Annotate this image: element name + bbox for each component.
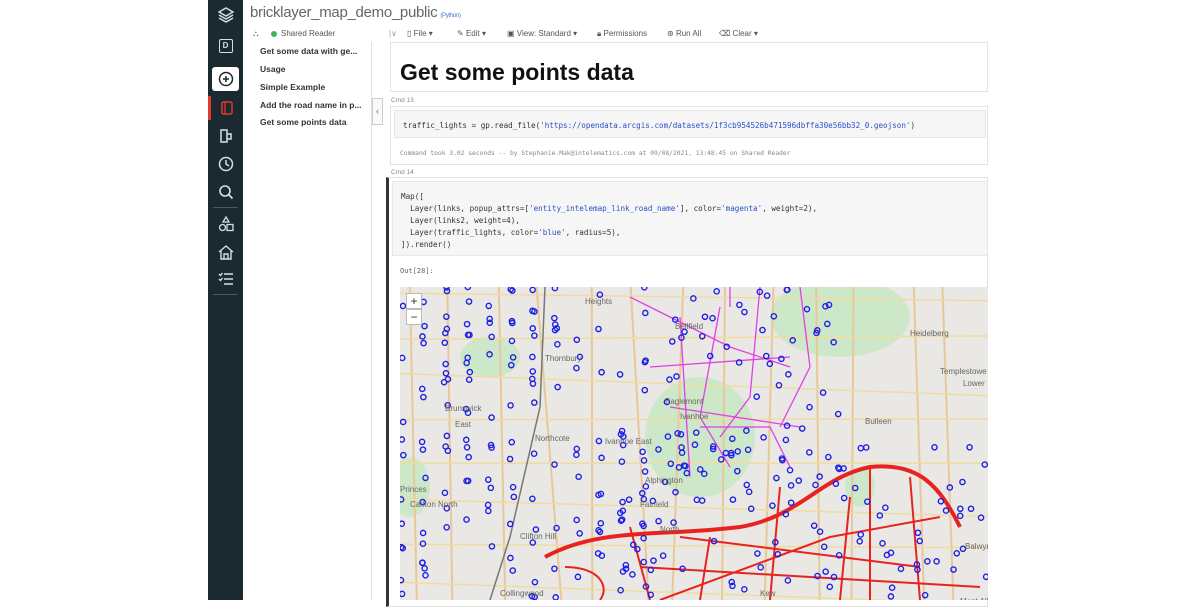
workspace-sidebar: D	[208, 0, 243, 600]
view-menu-label: View: Standard ▾	[517, 29, 577, 38]
clear-menu[interactable]: ⌫ Clear ▾	[719, 29, 758, 38]
edit-menu-label: Edit ▾	[466, 29, 486, 38]
map-place-label: Eaglemont	[665, 397, 703, 406]
map-place-label: Clifton Hill	[520, 532, 556, 541]
toc-item[interactable]: Simple Example	[260, 82, 325, 92]
cluster-dropdown-chevron-icon[interactable]: |∨	[389, 29, 397, 38]
code-line: Layer(traffic_lights, color='blue', radi…	[401, 228, 620, 237]
code-string: 'https://opendata.arcgis.com/datasets/1f…	[540, 121, 910, 130]
workspace-icon[interactable]: D	[208, 34, 243, 58]
section-heading: Get some points data	[400, 59, 634, 86]
toc-item[interactable]: Get some points data	[260, 117, 346, 127]
map-place-label: North	[660, 525, 680, 534]
cell-label: Cmd 13	[391, 97, 414, 104]
map-place-label: Templestowe	[940, 367, 987, 376]
map-place-label: Thornbury	[545, 354, 581, 363]
run-all-button[interactable]: ⊛ Run All	[667, 29, 701, 38]
code-editor[interactable]: traffic_lights = gp.read_file('https://o…	[394, 110, 986, 138]
map-place-label: East	[455, 420, 471, 429]
map-place-label: Northcote	[535, 434, 570, 443]
map-canvas[interactable]	[400, 287, 988, 600]
map-place-label: Bellfield	[675, 322, 703, 331]
cluster-selector[interactable]: Shared Reader	[271, 29, 335, 38]
clear-menu-label: Clear ▾	[733, 29, 758, 38]
map-place-label: Bulleen	[865, 417, 892, 426]
code-cell[interactable]: traffic_lights = gp.read_file('https://o…	[390, 106, 988, 165]
map-place-label: Carlton North	[410, 500, 458, 509]
map-output[interactable]: Heidelberg Bellfield Thornbury Templestowe L…	[400, 287, 988, 600]
map-place-label: Balwyn North	[965, 542, 988, 551]
toc-item[interactable]: Add the road name in p...	[260, 100, 362, 110]
clusters-icon[interactable]	[208, 240, 243, 264]
collapse-toc-button[interactable]: ‹	[372, 98, 383, 125]
notebook-icon[interactable]	[208, 96, 243, 120]
edit-menu[interactable]: ✎ Edit ▾	[457, 29, 486, 38]
code-token: ], color=	[680, 204, 721, 213]
jobs-list-icon[interactable]	[208, 267, 243, 291]
code-token: Layer(links, popup_attrs=[	[401, 204, 529, 213]
code-string: 'blue'	[538, 228, 565, 237]
notebook-language: (Python)	[440, 13, 460, 19]
cluster-name: Shared Reader	[281, 29, 335, 38]
code-token: ]).render()	[401, 240, 451, 249]
workspace-letter: D	[219, 39, 233, 53]
code-token: Layer(links2, weight=4),	[401, 216, 520, 225]
map-place-label: Heights	[585, 297, 612, 306]
repos-icon[interactable]	[208, 124, 243, 148]
code-token: , radius=5),	[566, 228, 621, 237]
command-status: Command took 3.02 seconds -- by Stephani…	[400, 150, 790, 157]
code-line: Layer(links2, weight=4),	[401, 216, 520, 225]
run-all-label: Run All	[676, 29, 701, 38]
map-place-label: Ivanhoe	[680, 412, 708, 421]
table-of-contents: Get some data with ge... Usage Simple Ex…	[243, 42, 372, 600]
code-token: traffic_lights = gp.read_file(	[403, 121, 540, 130]
map-place-label: Alphington	[645, 476, 683, 485]
map-place-label: Ivanhoe East	[605, 437, 652, 446]
search-icon[interactable]	[208, 180, 243, 204]
notebook-name[interactable]: bricklayer_map_demo_public	[250, 4, 437, 21]
code-token: )	[910, 121, 915, 130]
code-line: traffic_lights = gp.read_file('https://o…	[403, 121, 915, 130]
toc-item[interactable]: Usage	[260, 64, 286, 74]
zoom-out-button[interactable]: −	[406, 309, 422, 325]
code-line: Layer(links, popup_attrs=['entity_intele…	[401, 204, 817, 213]
cluster-icon: ⛬	[253, 29, 259, 39]
map-place-label: Kew	[760, 589, 776, 598]
code-token: Map([	[401, 192, 424, 201]
markdown-cell[interactable]: Get some points data	[390, 42, 988, 92]
notebook-title[interactable]: bricklayer_map_demo_public(Python)	[250, 4, 461, 21]
view-menu[interactable]: ▣ View: Standard ▾	[507, 29, 577, 38]
cluster-status-dot	[271, 31, 277, 37]
recents-clock-icon[interactable]	[208, 152, 243, 176]
zoom-in-button[interactable]: +	[406, 293, 422, 309]
data-shapes-icon[interactable]	[208, 212, 243, 236]
map-place-label: Heidelberg	[910, 329, 949, 338]
code-token: , weight=2),	[762, 204, 817, 213]
file-menu[interactable]: ▯ File ▾	[407, 29, 433, 38]
map-place-label: Brunswick	[445, 404, 481, 413]
toc-item[interactable]: Get some data with ge...	[260, 46, 357, 56]
map-place-label: Collingwood	[500, 589, 544, 598]
file-menu-label: File ▾	[414, 29, 433, 38]
code-string: 'magenta'	[721, 204, 762, 213]
databricks-logo-icon[interactable]	[208, 3, 243, 27]
permissions-label: Permissions	[603, 29, 647, 38]
divider	[213, 207, 238, 208]
code-token: Layer(traffic_lights, color=	[401, 228, 538, 237]
code-line: ]).render()	[401, 240, 451, 249]
map-place-label: Fairfield	[640, 500, 668, 509]
notebook-toolbar: ⛬ Shared Reader |∨ ▯ File ▾ ✎ Edit ▾ ▣ V…	[243, 27, 988, 41]
cell-label: Cmd 14	[391, 169, 414, 176]
code-editor[interactable]: Map([ Layer(links, popup_attrs=['entity_…	[392, 181, 988, 256]
map-place-label: Lower	[963, 379, 985, 388]
permissions-button[interactable]: 🔒︎ Permissions	[597, 29, 647, 39]
create-icon[interactable]	[212, 67, 239, 91]
output-label: Out[28]:	[400, 267, 434, 275]
code-line: Map([	[401, 192, 424, 201]
code-string: 'entity_intelemap_link_road_name'	[529, 204, 680, 213]
road	[592, 287, 593, 600]
map-place-label: Princes	[400, 485, 427, 494]
divider	[213, 294, 238, 295]
